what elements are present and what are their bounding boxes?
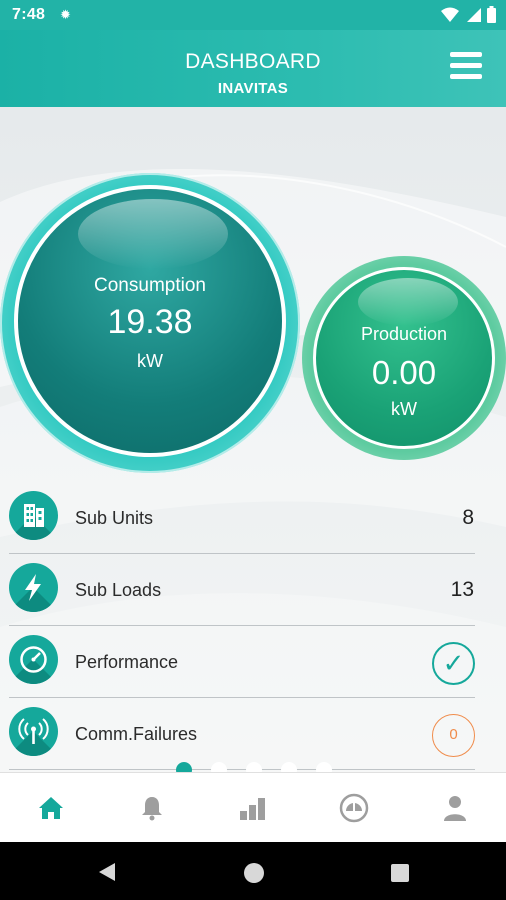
page-subtitle: INAVITAS	[217, 80, 289, 97]
list-item-comm-failures[interactable]: Comm.Failures 0	[0, 698, 506, 770]
production-gauge[interactable]: Production 0.00 kW	[302, 256, 506, 460]
production-inner: Production 0.00 kW	[313, 267, 495, 449]
dashboard-main: Consumption 19.38 kW Production 0.00 kW	[0, 107, 506, 772]
status-icons	[441, 6, 496, 23]
production-value: 0.00	[371, 354, 437, 391]
summary-list: Sub Units 8 Sub Loads 13 Performance ✓ C…	[0, 482, 506, 770]
failure-count-badge: 0	[432, 714, 475, 757]
home-icon	[38, 796, 63, 819]
page-dot-5[interactable]	[316, 762, 332, 772]
wifi-icon	[441, 7, 459, 22]
production-unit: kW	[391, 399, 417, 419]
nav-profile[interactable]	[405, 773, 506, 842]
app-header: DASHBOARD INAVITAS	[0, 30, 506, 107]
building-icon	[9, 491, 58, 540]
gear-icon: ✹	[60, 7, 71, 22]
home-button-icon[interactable]	[242, 861, 266, 885]
nav-meters[interactable]	[304, 773, 405, 842]
user-icon	[444, 795, 467, 821]
list-item-label: Sub Units	[75, 508, 154, 528]
bar-chart-icon	[240, 797, 265, 820]
antenna-signal-icon	[9, 707, 58, 756]
back-icon[interactable]	[97, 861, 117, 883]
list-item-value: 8	[462, 506, 474, 529]
page-dot-4[interactable]	[281, 762, 297, 772]
consumption-inner: Consumption 19.38 kW	[14, 185, 286, 457]
page-dot-3[interactable]	[246, 762, 262, 772]
list-item-performance[interactable]: Performance ✓	[0, 626, 506, 698]
page-title: DASHBOARD	[185, 50, 321, 73]
status-check-icon: ✓	[432, 642, 475, 685]
consumption-unit: kW	[137, 351, 163, 371]
hamburger-menu-icon[interactable]	[450, 52, 482, 82]
lightning-bolt-icon	[9, 563, 58, 612]
production-label: Production	[360, 324, 448, 344]
page-dot-1[interactable]	[176, 762, 192, 772]
recents-icon[interactable]	[390, 863, 410, 883]
bell-icon	[141, 796, 162, 820]
status-time: 7:48	[12, 6, 46, 23]
nav-notifications[interactable]	[101, 773, 202, 842]
list-item-label: Comm.Failures	[75, 724, 198, 744]
page-indicator	[176, 762, 332, 772]
status-bar: 7:48 ✹	[0, 0, 506, 30]
gauge-icon	[9, 635, 58, 684]
signal-icon	[467, 7, 481, 22]
nav-home[interactable]	[0, 773, 101, 842]
list-item-label: Sub Loads	[75, 580, 162, 600]
battery-icon	[487, 6, 496, 23]
list-item-sub-loads[interactable]: Sub Loads 13	[0, 554, 506, 626]
page-dot-2[interactable]	[211, 762, 227, 772]
consumption-value: 19.38	[107, 303, 193, 341]
system-navigation-bar	[0, 842, 506, 900]
meter-icon	[339, 793, 369, 822]
nav-reports[interactable]	[202, 773, 303, 842]
consumption-label: Consumption	[94, 275, 206, 296]
list-item-label: Performance	[75, 652, 179, 672]
bottom-navigation	[0, 772, 506, 842]
list-item-sub-units[interactable]: Sub Units 8	[0, 482, 506, 554]
consumption-gauge[interactable]: Consumption 19.38 kW	[0, 173, 300, 473]
list-item-value: 13	[450, 578, 474, 601]
